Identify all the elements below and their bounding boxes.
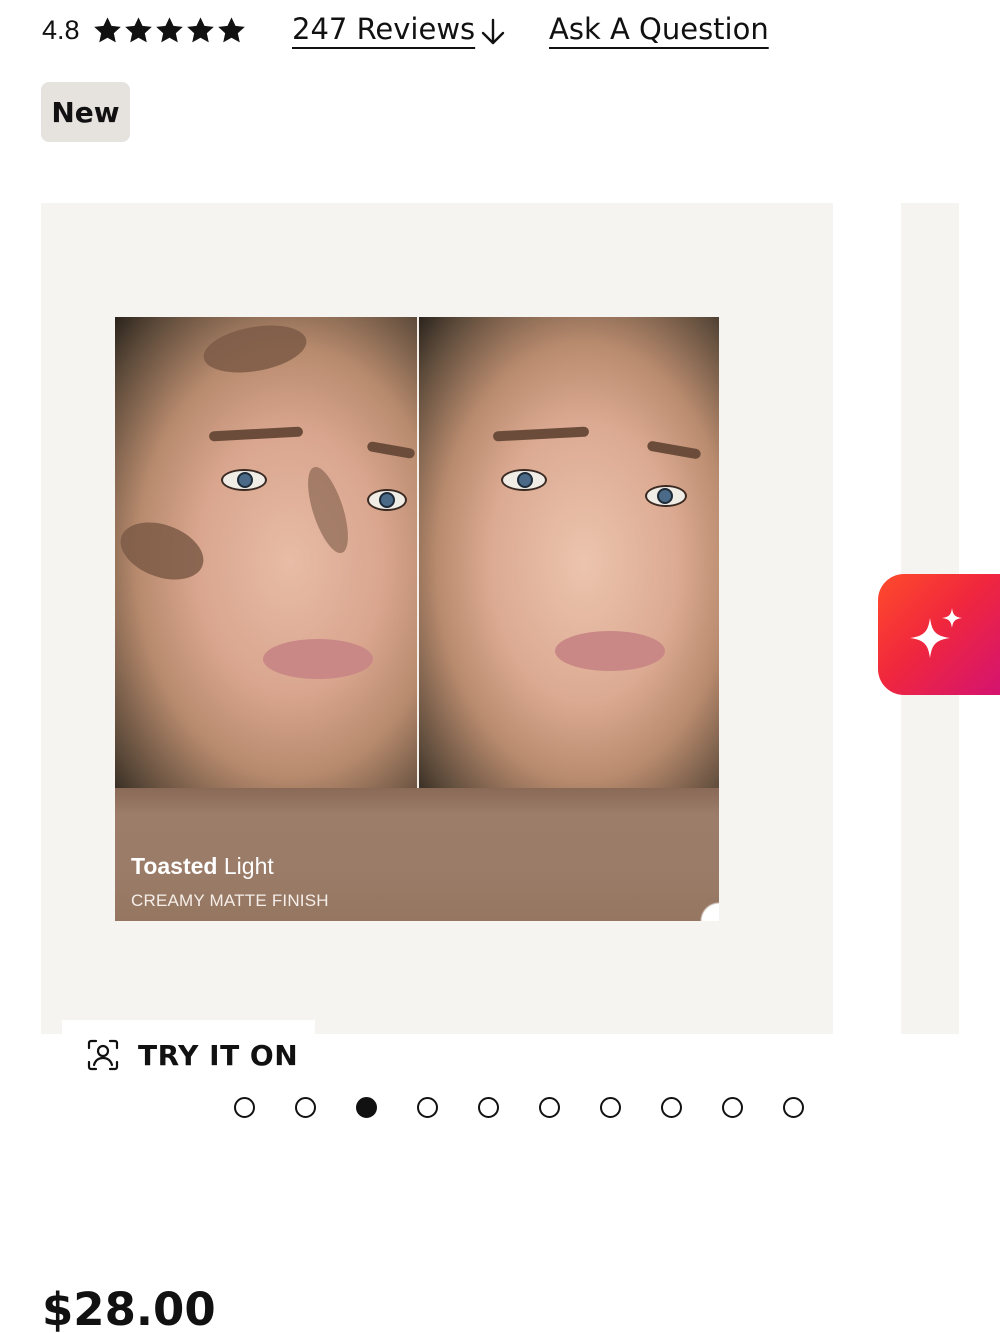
pagination-dot[interactable] bbox=[600, 1097, 621, 1118]
star-icon bbox=[186, 16, 214, 42]
arrow-down-icon[interactable] bbox=[477, 16, 509, 48]
pagination-dot[interactable] bbox=[661, 1097, 682, 1118]
star-icon bbox=[217, 16, 245, 42]
pagination-dot[interactable] bbox=[417, 1097, 438, 1118]
star-rating bbox=[92, 15, 247, 46]
pagination-dot[interactable] bbox=[539, 1097, 560, 1118]
try-it-on-button[interactable]: TRY IT ON bbox=[62, 1020, 315, 1090]
star-icon bbox=[124, 16, 152, 42]
ask-question-link[interactable]: Ask A Question bbox=[549, 12, 769, 46]
try-it-on-label: TRY IT ON bbox=[138, 1038, 299, 1072]
reviews-link[interactable]: 247 Reviews bbox=[292, 12, 475, 46]
pagination-dot[interactable] bbox=[478, 1097, 499, 1118]
star-icon bbox=[93, 16, 121, 42]
face-scan-icon bbox=[87, 1039, 119, 1071]
sparkle-icon bbox=[910, 607, 962, 658]
before-photo bbox=[115, 317, 417, 788]
pagination-dot-active[interactable] bbox=[356, 1097, 377, 1118]
shade-name-bold: Toasted bbox=[131, 853, 218, 879]
shade-finish: CREAMY MATTE FINISH bbox=[131, 891, 329, 910]
pagination-dot[interactable] bbox=[783, 1097, 804, 1118]
star-icon bbox=[155, 16, 183, 42]
shade-name-light: Light bbox=[223, 853, 274, 879]
product-image[interactable]: Toasted Light CREAMY MATTE FINISH bbox=[115, 317, 719, 921]
pagination-dot[interactable] bbox=[295, 1097, 316, 1118]
new-badge: New bbox=[41, 82, 130, 142]
gallery-pagination bbox=[234, 1097, 804, 1121]
pagination-dot[interactable] bbox=[234, 1097, 255, 1118]
after-photo bbox=[419, 317, 719, 788]
pagination-dot[interactable] bbox=[722, 1097, 743, 1118]
ai-assistant-button[interactable] bbox=[878, 574, 1000, 695]
shade-name: Toasted Light bbox=[131, 853, 274, 880]
rating-row: 4.8 bbox=[42, 8, 247, 52]
rating-value: 4.8 bbox=[42, 14, 80, 45]
product-price: $28.00 bbox=[42, 1283, 216, 1333]
